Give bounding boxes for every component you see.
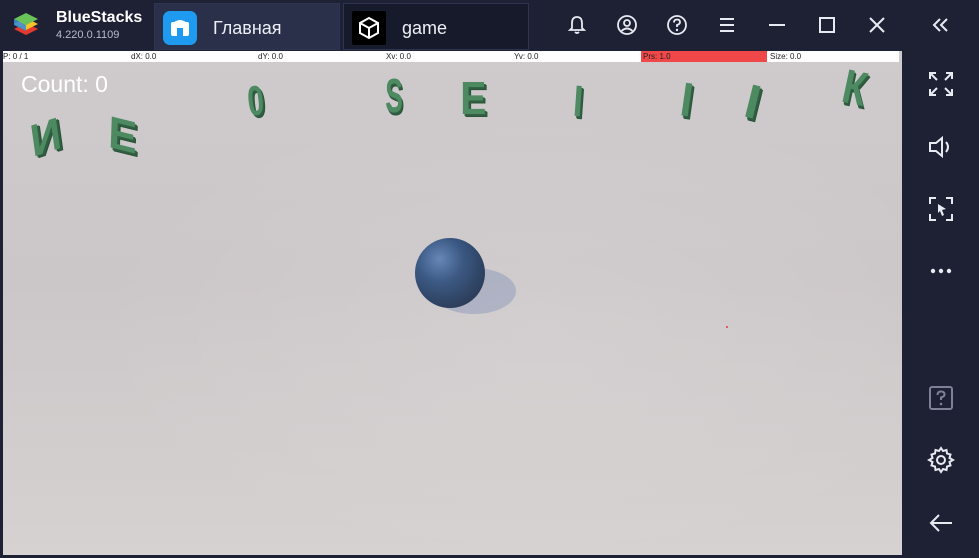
minimize-button[interactable] [762, 10, 792, 40]
tab-home-label: Главная [213, 18, 282, 38]
app-name: BlueStacks [56, 9, 143, 26]
game-viewport[interactable]: P: 0 / 1 dX: 0.0 dY: 0.0 Xv: 0.0 Yv: 0.0… [0, 51, 902, 558]
minimize-icon [769, 24, 785, 26]
letter-3: 0 [245, 76, 267, 125]
volume-button[interactable] [924, 130, 958, 164]
help-box-icon [929, 386, 953, 410]
debug-yv: Yv: 0.0 [514, 52, 539, 61]
more-icon [930, 268, 952, 274]
letter-4: Ѕ [385, 70, 403, 123]
debug-dx: dX: 0.0 [131, 52, 157, 61]
brand: BlueStacks 4.220.0.1109 [8, 7, 153, 45]
close-icon [869, 17, 885, 33]
letter-6: I [571, 76, 585, 127]
settings-icon [927, 446, 955, 474]
debug-dy: dY: 0.0 [258, 52, 283, 61]
maximize-button[interactable] [812, 10, 842, 40]
fullscreen-icon [929, 72, 953, 96]
tab-home[interactable]: Главная [154, 3, 340, 50]
account-button[interactable] [612, 10, 642, 40]
app-version: 4.220.0.1109 [56, 29, 120, 41]
debug-prs: Prs: 1.0 [643, 52, 671, 61]
volume-icon [929, 135, 949, 159]
back-icon [929, 514, 952, 532]
tab-game[interactable]: game [343, 3, 529, 50]
debug-pointer: P: 0 / 1 [3, 52, 29, 61]
count-label: Count: 0 [21, 71, 108, 97]
help-box-button[interactable] [924, 381, 958, 415]
close-button[interactable] [862, 10, 892, 40]
letter-9: К [837, 60, 872, 117]
menu-button[interactable] [712, 10, 742, 40]
letter-2: Е [107, 106, 138, 165]
viewport-border-left [0, 51, 3, 558]
tab-game-label: game [402, 18, 448, 38]
account-icon [617, 15, 637, 35]
bell-icon [567, 16, 587, 34]
title-bar: BlueStacks 4.220.0.1109 Главная game [0, 0, 979, 51]
letter-8: I [739, 75, 767, 130]
notifications-button[interactable] [562, 10, 592, 40]
unity-icon [352, 11, 386, 45]
pointer-mode-icon [929, 197, 953, 221]
help-icon [667, 15, 687, 35]
settings-button[interactable] [924, 443, 958, 477]
debug-bar: P: 0 / 1 dX: 0.0 dY: 0.0 Xv: 0.0 Yv: 0.0… [3, 51, 899, 62]
bluestacks-logo-icon [14, 13, 38, 35]
menu-icon [720, 18, 734, 32]
maximize-icon [819, 17, 835, 33]
help-button[interactable] [662, 10, 692, 40]
collapse-panel-button[interactable] [925, 10, 955, 40]
player-ball [415, 238, 485, 308]
debug-xv: Xv: 0.0 [386, 52, 411, 61]
more-button[interactable] [924, 254, 958, 288]
letter-1: И [27, 107, 65, 168]
touch-marker [726, 326, 728, 328]
fullscreen-button[interactable] [924, 67, 958, 101]
letter-5: Е [460, 72, 487, 124]
pointer-mode-button[interactable] [924, 192, 958, 226]
letter-7: I [677, 73, 697, 128]
collapse-panel-icon [932, 18, 948, 32]
side-panel [902, 51, 979, 558]
home-icon [163, 11, 197, 45]
debug-size: Size: 0.0 [770, 52, 802, 61]
back-button[interactable] [924, 506, 958, 540]
